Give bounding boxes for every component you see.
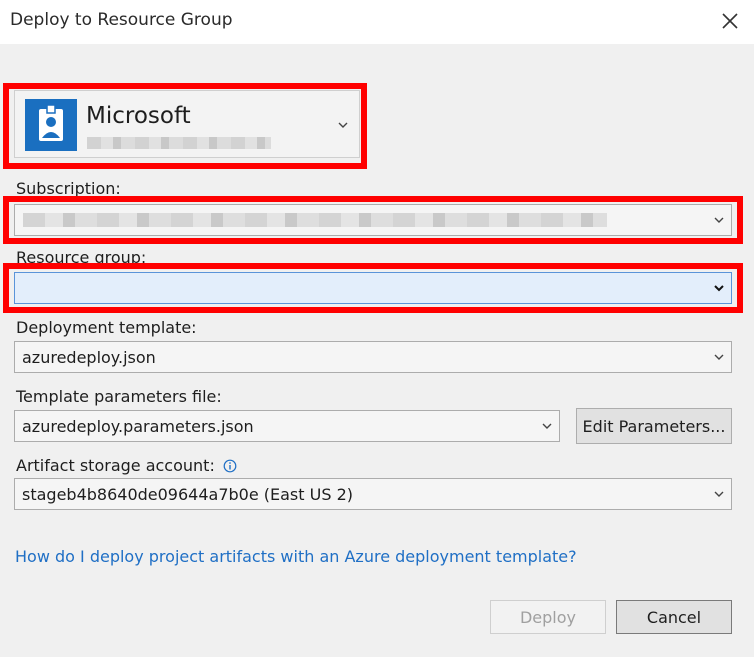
dialog-title: Deploy to Resource Group [10,10,233,30]
highlight-account [3,83,367,169]
deployment-template-label: Deployment template: [16,318,197,337]
dialog-body: Microsoft Subscription: Resource group: … [0,44,754,657]
artifact-storage-label-text: Artifact storage account: [16,456,215,475]
title-bar: Deploy to Resource Group [0,0,754,44]
deploy-button[interactable]: Deploy [490,600,606,634]
deployment-template-dropdown[interactable]: azuredeploy.json [14,341,732,373]
template-parameters-label: Template parameters file: [16,387,222,406]
artifact-storage-value: stageb4b8640de09644a7b0e (East US 2) [22,484,353,504]
edit-parameters-button[interactable]: Edit Parameters... [576,408,732,444]
template-parameters-value: azuredeploy.parameters.json [22,416,254,436]
close-button[interactable] [712,4,748,38]
highlight-subscription [3,196,743,244]
cancel-button[interactable]: Cancel [616,600,732,634]
highlight-resource-group [3,263,743,313]
artifact-storage-label: Artifact storage account: [16,456,237,475]
close-icon [722,13,738,29]
chevron-down-icon [714,354,724,360]
template-parameters-dropdown[interactable]: azuredeploy.parameters.json [14,410,560,442]
chevron-down-icon [714,491,724,497]
chevron-down-icon [542,423,552,429]
deployment-template-value: azuredeploy.json [22,347,156,367]
info-icon[interactable] [223,459,237,473]
artifact-storage-dropdown[interactable]: stageb4b8640de09644a7b0e (East US 2) [14,478,732,510]
help-link[interactable]: How do I deploy project artifacts with a… [15,547,577,566]
